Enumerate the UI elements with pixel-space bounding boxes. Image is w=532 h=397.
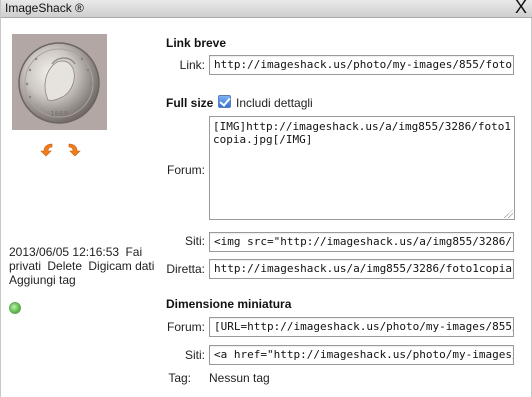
upload-datetime: 2013/06/05 12:16:53 xyxy=(9,245,120,259)
section-full-size-heading: Full size xyxy=(166,96,214,110)
link-label: Link: xyxy=(179,58,205,72)
action-add-tag[interactable]: Aggiungi tag xyxy=(9,273,76,287)
direct-link-field[interactable]: http://imageshack.us/a/img855/3286/foto1… xyxy=(209,259,514,279)
action-digicam-data[interactable]: Digicam dati xyxy=(88,259,154,273)
thumb-forum-label: Forum: xyxy=(166,320,205,334)
thumb-siti-label: Siti: xyxy=(184,348,205,362)
include-details-label: Includi dettagli xyxy=(236,96,313,110)
thumb-forum-field[interactable]: [URL=http://imageshack.us/photo/my-image… xyxy=(209,317,514,337)
rotate-left-icon[interactable] xyxy=(40,141,56,157)
siti-label: Siti: xyxy=(184,234,205,248)
image-meta: 2013/06/05 12:16:53 Fai privati Delete D… xyxy=(9,245,159,287)
coin-photo-icon: 1889 xyxy=(12,34,107,130)
section-thumbnail-heading: Dimensione miniatura xyxy=(166,297,292,311)
short-link-field[interactable]: http://imageshack.us/photo/my-images/855… xyxy=(209,55,514,75)
close-icon[interactable]: X xyxy=(515,0,527,17)
status-indicator-icon[interactable] xyxy=(9,302,21,314)
imageshack-dialog: ImageShack ® X 1889 2013/06/05 12:16:53 … xyxy=(0,0,532,397)
image-thumbnail[interactable]: 1889 xyxy=(12,34,107,130)
action-delete[interactable]: Delete xyxy=(47,259,82,273)
thumb-siti-field[interactable]: <a href="http://imageshack.us/photo/my-i… xyxy=(209,345,514,365)
include-details-checkbox[interactable] xyxy=(218,95,231,108)
siti-embed-field[interactable]: <img src="http://imageshack.us/a/img855/… xyxy=(209,232,514,252)
window-title: ImageShack ® xyxy=(5,1,84,15)
tag-label: Tag: xyxy=(168,371,191,385)
diretta-label: Diretta: xyxy=(166,262,205,276)
forum-code-text: [IMG]http://imageshack.us/a/img855/3286/… xyxy=(213,120,512,146)
tag-value: Nessun tag xyxy=(209,371,270,385)
svg-text:1889: 1889 xyxy=(50,110,68,118)
forum-code-textarea[interactable]: [IMG]http://imageshack.us/a/img855/3286/… xyxy=(209,116,515,220)
section-link-breve-heading: Link breve xyxy=(166,36,227,50)
forum-label: Forum: xyxy=(166,163,205,177)
title-bar: ImageShack ® X xyxy=(1,0,532,18)
rotate-right-icon[interactable] xyxy=(65,141,81,157)
resize-grip-icon[interactable] xyxy=(504,209,513,218)
